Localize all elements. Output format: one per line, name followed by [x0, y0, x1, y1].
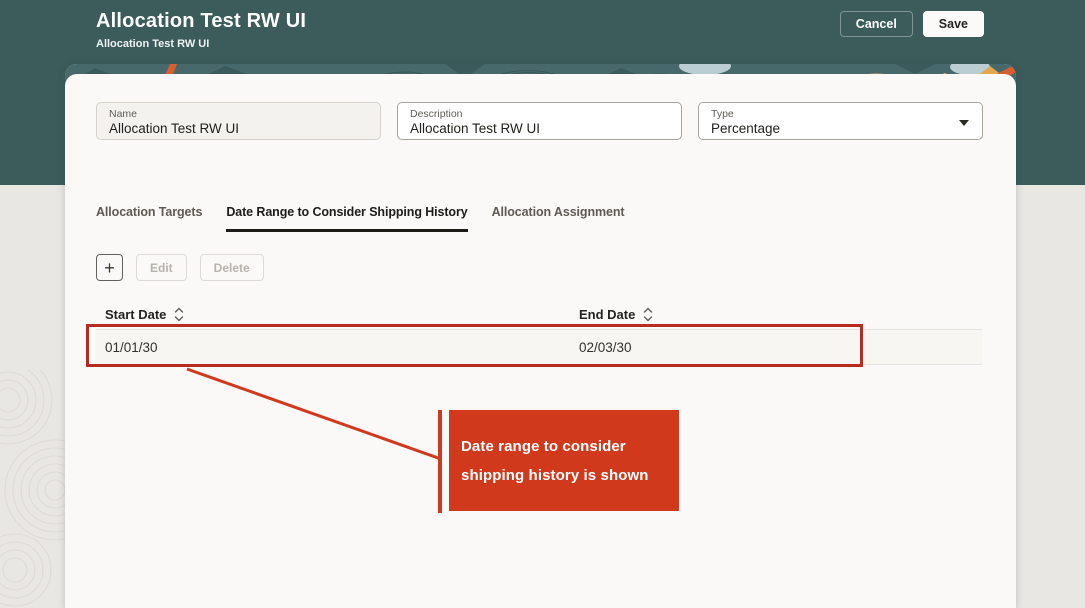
- edit-button[interactable]: Edit: [136, 254, 187, 281]
- tab-date-range-shipping-history[interactable]: Date Range to Consider Shipping History: [226, 205, 467, 232]
- type-select[interactable]: Type Percentage: [698, 102, 983, 140]
- description-field-label: Description: [410, 108, 669, 120]
- annotation-text-line2: shipping history is shown: [461, 461, 679, 490]
- page-subtitle: Allocation Test RW UI: [96, 38, 209, 50]
- description-field-value: Allocation Test RW UI: [410, 120, 669, 137]
- header-actions: Cancel Save: [840, 11, 984, 37]
- add-button[interactable]: +: [96, 254, 123, 281]
- type-select-label: Type: [711, 108, 970, 120]
- name-field-value: Allocation Test RW UI: [109, 120, 368, 137]
- sort-icon[interactable]: [643, 307, 653, 322]
- cell-start-date: 01/01/30: [96, 340, 570, 355]
- tab-bar: Allocation Targets Date Range to Conside…: [96, 205, 624, 232]
- column-header-start-date[interactable]: Start Date: [96, 307, 570, 322]
- background-pattern: [0, 370, 66, 608]
- delete-button[interactable]: Delete: [200, 254, 264, 281]
- tab-allocation-assignment[interactable]: Allocation Assignment: [492, 205, 625, 232]
- annotation-vertical-bar: [438, 410, 442, 513]
- dropdown-caret-icon: [959, 120, 969, 126]
- main-card: Name Allocation Test RW UI Description A…: [65, 64, 1016, 608]
- date-range-table: Start Date End Date 01/01/30 02/03/30: [96, 300, 982, 365]
- cell-end-date: 02/03/30: [570, 340, 982, 355]
- name-field[interactable]: Name Allocation Test RW UI: [96, 102, 381, 140]
- form-fields: Name Allocation Test RW UI Description A…: [96, 102, 983, 140]
- annotation-callout-box: Date range to consider shipping history …: [449, 410, 679, 511]
- cancel-button[interactable]: Cancel: [840, 11, 913, 37]
- table-row[interactable]: 01/01/30 02/03/30: [96, 330, 982, 365]
- type-select-value: Percentage: [711, 120, 970, 137]
- description-field[interactable]: Description Allocation Test RW UI: [397, 102, 682, 140]
- table-header-row: Start Date End Date: [96, 300, 982, 330]
- table-toolbar: + Edit Delete: [96, 254, 264, 281]
- column-header-start-date-label: Start Date: [105, 307, 166, 322]
- card-body: Name Allocation Test RW UI Description A…: [65, 74, 1016, 608]
- page-title: Allocation Test RW UI: [96, 10, 306, 33]
- column-header-end-date-label: End Date: [579, 307, 635, 322]
- column-header-end-date[interactable]: End Date: [570, 307, 982, 322]
- name-field-label: Name: [109, 108, 368, 120]
- sort-icon[interactable]: [174, 307, 184, 322]
- page: { "header": { "title": "Allocation Test …: [0, 0, 1085, 608]
- save-button[interactable]: Save: [923, 11, 984, 37]
- annotation-text-line1: Date range to consider: [461, 432, 679, 461]
- tab-allocation-targets[interactable]: Allocation Targets: [96, 205, 202, 232]
